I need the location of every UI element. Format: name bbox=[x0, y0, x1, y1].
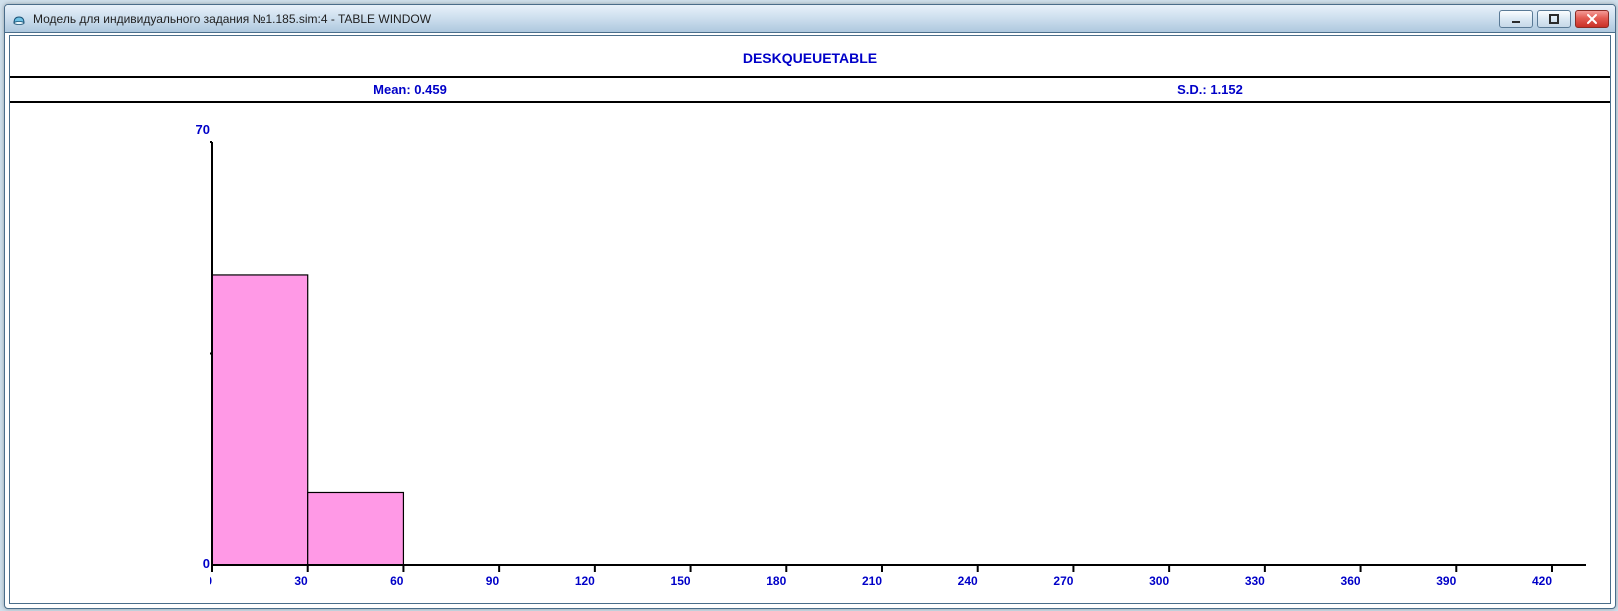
svg-text:180: 180 bbox=[766, 574, 786, 588]
divider-bottom bbox=[10, 101, 1610, 103]
app-icon bbox=[11, 11, 27, 27]
mean-label: Mean: 0.459 bbox=[10, 82, 810, 97]
svg-text:0: 0 bbox=[210, 574, 212, 588]
chart-canvas: 0 30 60 90 120 150 180 210 240 270 300 330 360 390 420 bbox=[210, 134, 1590, 593]
client-area: DESKQUEUETABLE Mean: 0.459 S.D.: 1.152 7… bbox=[9, 35, 1611, 604]
svg-text:60: 60 bbox=[390, 574, 404, 588]
svg-text:390: 390 bbox=[1436, 574, 1456, 588]
maximize-button[interactable] bbox=[1537, 10, 1571, 28]
svg-text:420: 420 bbox=[1532, 574, 1552, 588]
close-button[interactable] bbox=[1575, 10, 1609, 28]
chart-title: DESKQUEUETABLE bbox=[10, 36, 1610, 76]
svg-text:270: 270 bbox=[1053, 574, 1073, 588]
window-frame: Модель для индивидуального задания №1.18… bbox=[4, 4, 1616, 609]
titlebar[interactable]: Модель для индивидуального задания №1.18… bbox=[5, 5, 1615, 33]
sd-label: S.D.: 1.152 bbox=[810, 82, 1610, 97]
window-title: Модель для индивидуального задания №1.18… bbox=[33, 12, 1499, 26]
svg-text:240: 240 bbox=[958, 574, 978, 588]
plot-area: 70 0 03060901201501802102402703003303603… bbox=[10, 126, 1610, 593]
svg-text:30: 30 bbox=[294, 574, 308, 588]
minimize-button[interactable] bbox=[1499, 10, 1533, 28]
window-controls bbox=[1499, 10, 1609, 28]
svg-text:90: 90 bbox=[486, 574, 500, 588]
svg-text:330: 330 bbox=[1245, 574, 1265, 588]
stats-row: Mean: 0.459 S.D.: 1.152 bbox=[10, 78, 1610, 101]
y-max-label: 70 bbox=[130, 122, 210, 137]
svg-text:210: 210 bbox=[862, 574, 882, 588]
svg-text:120: 120 bbox=[575, 574, 595, 588]
y-min-label: 0 bbox=[130, 556, 210, 571]
svg-text:150: 150 bbox=[671, 574, 691, 588]
svg-text:360: 360 bbox=[1341, 574, 1361, 588]
svg-text:300: 300 bbox=[1149, 574, 1169, 588]
